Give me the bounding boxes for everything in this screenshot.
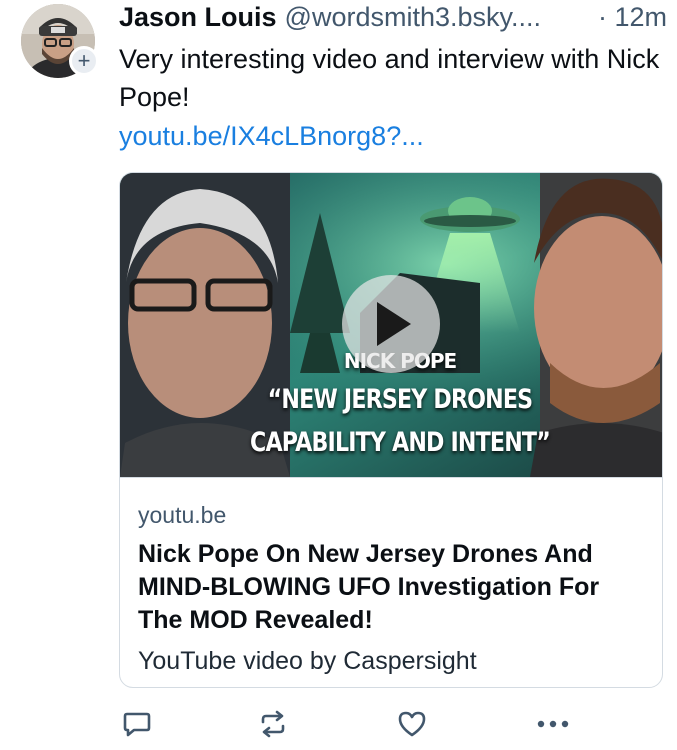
play-icon bbox=[377, 302, 411, 346]
heart-icon bbox=[398, 711, 426, 737]
ellipsis-icon bbox=[537, 720, 569, 728]
post-timestamp[interactable]: · 12m bbox=[598, 2, 667, 33]
thumbnail-caption-line3: CAPABILITY AND INTENT” bbox=[250, 427, 551, 458]
speech-bubble-icon bbox=[123, 712, 151, 737]
post-text: Very interesting video and interview wit… bbox=[119, 44, 660, 112]
play-button[interactable] bbox=[342, 275, 440, 373]
post-actions bbox=[119, 706, 589, 744]
link-preview-card[interactable]: NICK POPE “NEW JERSEY DRONES CAPABILITY … bbox=[119, 172, 663, 688]
post-link[interactable]: youtu.be/IX4cLBnorg8?... bbox=[119, 118, 424, 154]
follow-plus-icon[interactable]: + bbox=[69, 46, 99, 76]
card-body: youtu.be Nick Pope On New Jersey Drones … bbox=[120, 477, 662, 677]
author-handle[interactable]: @wordsmith3.bsky.... bbox=[285, 2, 541, 33]
video-thumbnail[interactable]: NICK POPE “NEW JERSEY DRONES CAPABILITY … bbox=[120, 173, 662, 477]
reply-button[interactable] bbox=[119, 706, 155, 742]
card-title: Nick Pope On New Jersey Drones And MIND-… bbox=[138, 540, 600, 634]
card-domain: youtu.be bbox=[138, 502, 227, 528]
more-options-button[interactable] bbox=[535, 706, 571, 742]
author-display-name[interactable]: Jason Louis bbox=[119, 2, 277, 33]
card-description: YouTube video by Caspersight bbox=[138, 647, 477, 675]
repost-arrows-icon bbox=[261, 710, 285, 738]
repost-button[interactable] bbox=[255, 706, 291, 742]
post-header: Jason Louis @wordsmith3.bsky.... · 12m bbox=[119, 2, 667, 36]
thumbnail-caption-line2: “NEW JERSEY DRONES bbox=[267, 384, 533, 415]
avatar-container[interactable]: + bbox=[21, 4, 99, 78]
like-button[interactable] bbox=[394, 706, 430, 742]
